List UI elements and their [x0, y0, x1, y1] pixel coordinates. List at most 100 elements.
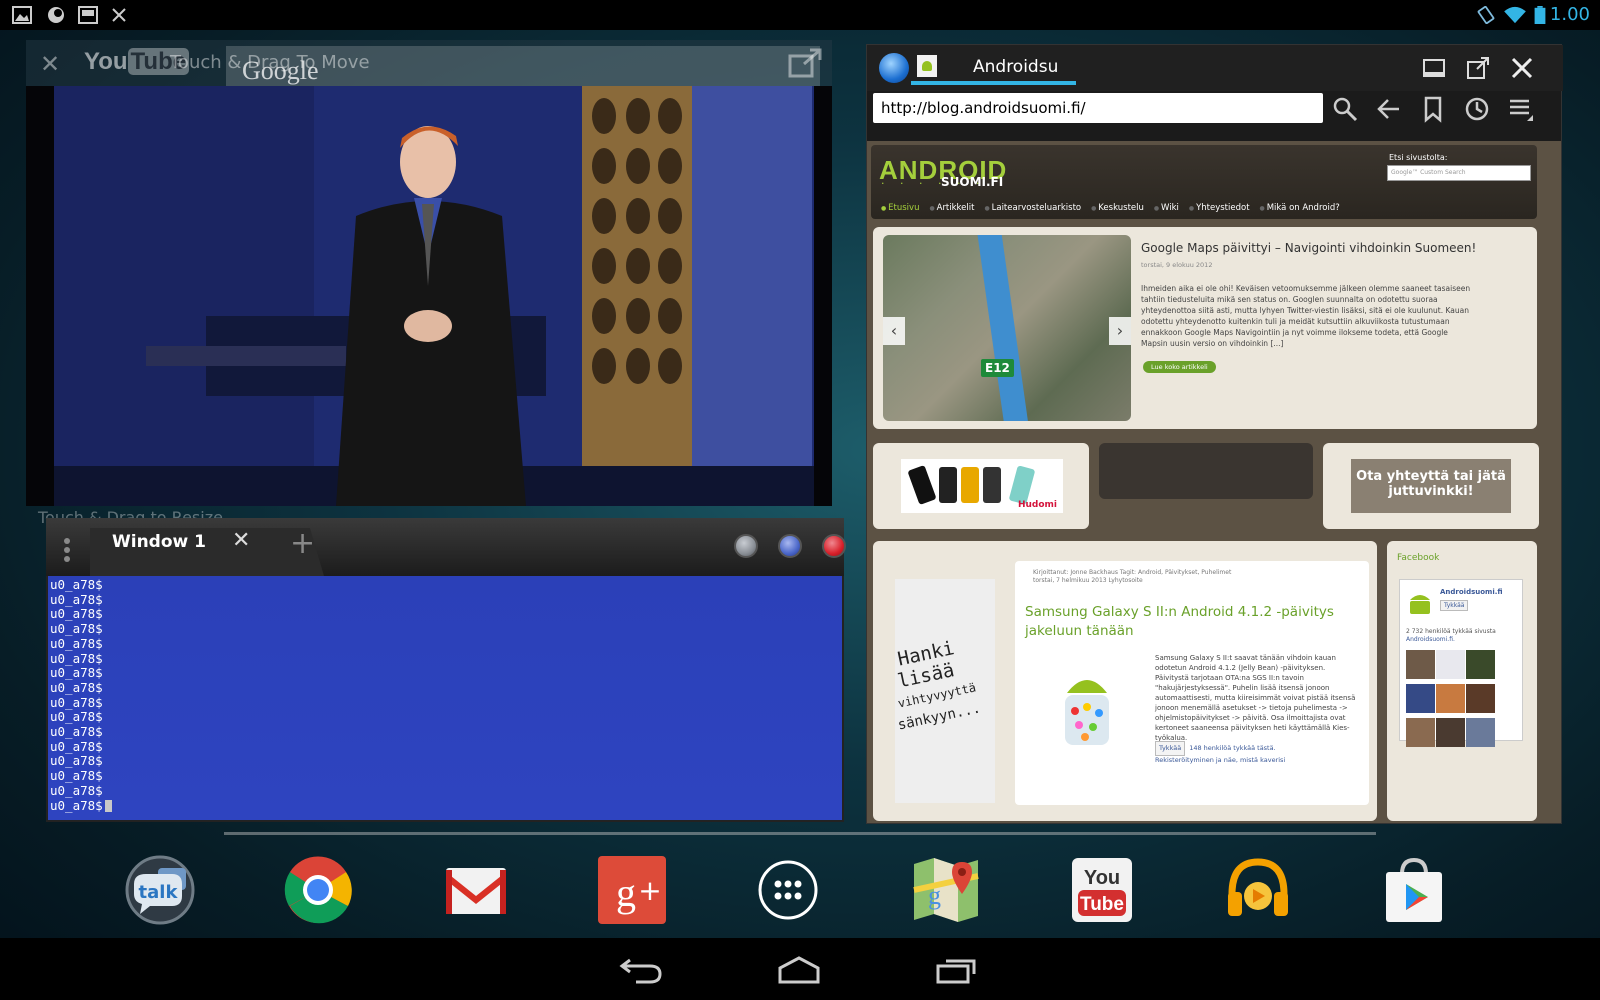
gallery-icon[interactable]	[12, 6, 32, 24]
rotation-lock-icon	[1477, 6, 1495, 24]
slider-next-icon[interactable]: ›	[1109, 317, 1131, 345]
youtube-floating-window[interactable]: ✕ You Tube Touch & Drag To Move Google	[26, 40, 832, 530]
gmail-icon[interactable]	[440, 854, 512, 926]
video-frame	[26, 86, 832, 506]
all-apps-icon[interactable]	[752, 854, 824, 926]
terminal-line: u0_a78$	[50, 679, 103, 695]
overflow-menu-icon[interactable]	[64, 538, 70, 564]
facebook-page-name[interactable]: Androidsuomi.fi	[1440, 588, 1503, 596]
nav-artikkelit[interactable]: Artikkelit	[929, 203, 974, 213]
avatar[interactable]	[1406, 684, 1435, 713]
phone-cases-ad[interactable]: Hudomi	[901, 459, 1063, 513]
avatar[interactable]	[1466, 650, 1495, 679]
google-plus-icon[interactable]: g +	[596, 854, 668, 926]
article-body: Samsung Galaxy S II:t saavat tänään vihd…	[1155, 654, 1356, 742]
nav-mika-on-android[interactable]: Mikä on Android?	[1260, 203, 1340, 213]
terminal-line: u0_a78$	[50, 621, 103, 637]
window-notification-icon[interactable]	[78, 6, 98, 24]
web-page[interactable]: ANDROID · · · · · · SUOMI.FI Etsi sivust…	[867, 141, 1561, 823]
dock-divider	[224, 832, 1376, 835]
video-player[interactable]	[26, 86, 832, 506]
avatar[interactable]	[1436, 684, 1465, 713]
clock: 1.00	[1549, 4, 1590, 25]
terminal-tab-label: Window 1	[112, 532, 206, 552]
globe-icon[interactable]	[879, 53, 909, 83]
chrome-icon[interactable]	[282, 854, 354, 926]
terminal-line: u0_a78$	[50, 709, 103, 725]
bookmark-icon[interactable]	[1419, 95, 1447, 123]
talk-icon[interactable]: talk	[124, 854, 196, 926]
nav-wiki[interactable]: Wiki	[1154, 203, 1179, 213]
youtube-window-header[interactable]: ✕ You Tube Touch & Drag To Move Google	[26, 40, 832, 88]
featured-excerpt: Ihmeiden aika ei ole ohi! Keväisen vetoo…	[1141, 284, 1471, 348]
text-cursor	[104, 800, 112, 813]
history-icon[interactable]	[1463, 95, 1491, 123]
slider-prev-icon[interactable]: ‹	[883, 317, 905, 345]
back-arrow-icon[interactable]	[1375, 95, 1403, 123]
article-like: Tykkää 148 henkilöä tykkää tästä. Rekiste…	[1155, 741, 1285, 765]
close-button[interactable]	[822, 534, 846, 558]
site-header: ANDROID · · · · · · SUOMI.FI Etsi sivust…	[871, 145, 1537, 219]
menu-icon[interactable]	[1507, 95, 1535, 123]
search-icon[interactable]	[1331, 95, 1359, 123]
recents-icon[interactable]	[934, 952, 980, 986]
globe-notification-icon[interactable]	[46, 6, 66, 24]
browser-tab-title[interactable]: Androidsu	[973, 57, 1058, 77]
status-bar: 1.00	[0, 0, 1600, 30]
active-tab-indicator	[911, 81, 1076, 85]
play-store-icon[interactable]	[1378, 854, 1450, 926]
close-icon[interactable]	[1509, 55, 1535, 81]
maximize-button[interactable]	[778, 534, 802, 558]
play-music-icon[interactable]	[1222, 854, 1294, 926]
avatar[interactable]	[1406, 650, 1435, 679]
close-notification-icon[interactable]	[112, 6, 126, 24]
minimize-icon[interactable]	[1421, 55, 1447, 81]
svg-text:+: +	[638, 874, 661, 907]
article-title[interactable]: Samsung Galaxy S II:n Android 4.1.2 -päi…	[1025, 603, 1345, 641]
address-bar[interactable]	[873, 93, 1323, 123]
avatar[interactable]	[1406, 718, 1435, 747]
terminal-line: u0_a78$	[50, 635, 103, 651]
browser-window[interactable]: Androidsu ANDROID · · · · · · SUOMI.FI E…	[866, 44, 1563, 824]
site-nav: Etusivu Artikkelit Laitearvosteluarkisto Ke…	[881, 203, 1350, 213]
terminal-prompt[interactable]: u0_a78$	[48, 798, 842, 814]
google-overlay: Google	[226, 46, 820, 88]
contact-box: Ota yhteyttä tai jätä juttuvinkki!	[1323, 443, 1539, 529]
featured-title[interactable]: Google Maps päivittyi – Navigointi vihdo…	[1141, 241, 1476, 255]
avatar[interactable]	[1436, 718, 1465, 747]
popout-icon[interactable]	[1465, 55, 1491, 81]
navigation-bar	[0, 938, 1600, 1000]
expand-icon[interactable]	[788, 48, 824, 78]
maps-icon[interactable]: g	[910, 854, 982, 926]
nav-etusivu[interactable]: Etusivu	[881, 203, 919, 213]
nav-laitearvosteluarkisto[interactable]: Laitearvosteluarkisto	[984, 203, 1081, 213]
terminal-screen[interactable]: u0_a78$ u0_a78$ u0_a78$ u0_a78$ u0_a78$ …	[48, 576, 842, 820]
facebook-widget: Facebook Androidsuomi.fi Tykkää 2 732 he…	[1387, 541, 1537, 821]
add-tab-icon[interactable]: +	[290, 526, 315, 561]
ad-brand: Hudomi	[1017, 500, 1057, 510]
site-search-input[interactable]: Google™ Custom Search	[1387, 165, 1531, 181]
back-icon[interactable]	[618, 952, 664, 986]
article-meta: Kirjoittanut: Jonne Backhaus Tagit: Andr…	[1033, 569, 1232, 584]
avatar[interactable]	[1436, 650, 1465, 679]
facebook-like-button[interactable]: Tykkää	[1440, 600, 1469, 611]
nav-yhteystiedot[interactable]: Yhteystiedot	[1189, 203, 1250, 213]
nav-keskustelu[interactable]: Keskustelu	[1091, 203, 1144, 213]
close-icon[interactable]: ✕	[40, 50, 60, 78]
avatar[interactable]	[1466, 718, 1495, 747]
home-icon[interactable]	[776, 952, 822, 986]
read-more-button[interactable]: Lue koko artikkeli	[1143, 361, 1216, 373]
minimize-button[interactable]	[734, 534, 758, 558]
url-input[interactable]	[873, 93, 1323, 123]
terminal-line: u0_a78$	[50, 768, 103, 784]
facebook-panel: Androidsuomi.fi Tykkää 2 732 henkilöä ty…	[1399, 579, 1523, 747]
terminal-window[interactable]: Window 1 ✕ + u0_a78$ u0_a78$ u0_a78$ u0_…	[46, 518, 846, 822]
youtube-icon[interactable]: You Tube	[1066, 854, 1138, 926]
featured-image[interactable]: E12 ‹ ›	[883, 235, 1131, 421]
like-button[interactable]: Tykkää	[1155, 741, 1186, 756]
avatar[interactable]	[1466, 684, 1495, 713]
tab-close-icon[interactable]: ✕	[232, 528, 250, 553]
contact-banner[interactable]: Ota yhteyttä tai jätä juttuvinkki!	[1351, 459, 1511, 513]
side-ad[interactable]: Hanki lisää vihtyvyyttä sänkyyn...	[895, 579, 995, 803]
terminal-tabbar: Window 1 ✕ +	[46, 518, 846, 576]
